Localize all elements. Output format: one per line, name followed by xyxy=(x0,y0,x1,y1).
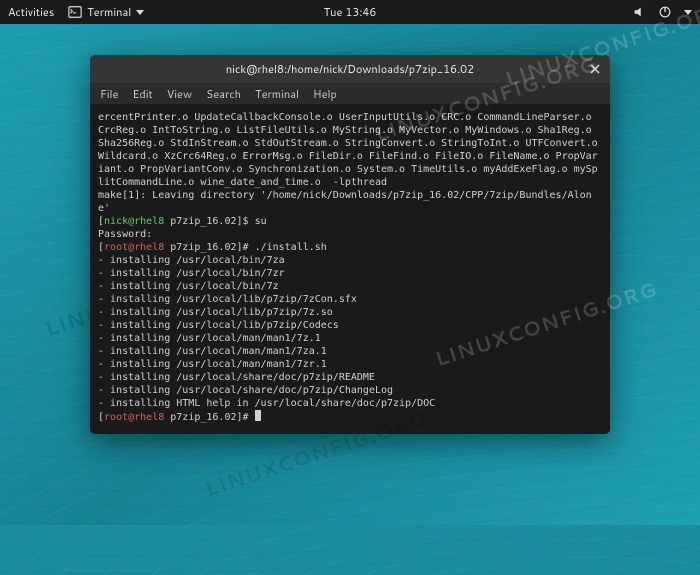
app-menu[interactable]: Terminal xyxy=(68,4,144,20)
make-leave-line: make[1]: Leaving directory '/home/nick/D… xyxy=(98,190,592,214)
close-icon xyxy=(590,64,600,74)
install-line: - installing /usr/local/share/doc/p7zip/… xyxy=(98,385,393,396)
power-icon[interactable] xyxy=(658,5,672,19)
install-line: - installing /usr/local/share/doc/p7zip/… xyxy=(98,372,375,383)
install-line: - installing HTML help in /usr/local/sha… xyxy=(98,398,435,409)
gnome-topbar: Activities Terminal Tue 13:46 xyxy=(0,0,700,24)
menu-help[interactable]: Help xyxy=(313,86,337,102)
menu-view[interactable]: View xyxy=(167,86,192,102)
close-button[interactable] xyxy=(588,62,602,76)
prompt-user: nick@rhel8 xyxy=(104,216,164,227)
app-menu-label: Terminal xyxy=(87,4,131,20)
cmd-install: ./install.sh xyxy=(255,242,327,253)
terminal-icon xyxy=(68,5,82,19)
password-prompt: Password: xyxy=(98,229,152,240)
install-line: - installing /usr/local/bin/7z xyxy=(98,281,279,292)
window-title: nick@rhel8:/home/nick/Downloads/p7zip_16… xyxy=(226,61,474,77)
prompt-root: root@rhel8 xyxy=(104,412,164,423)
activities-button[interactable]: Activities xyxy=(8,4,54,20)
volume-icon[interactable] xyxy=(632,5,646,19)
install-line: - installing /usr/local/bin/7za xyxy=(98,255,285,266)
install-line: - installing /usr/local/man/man1/7zr.1 xyxy=(98,359,327,370)
compile-output: ercentPrinter.o UpdateCallbackConsole.o … xyxy=(98,112,604,188)
install-line: - installing /usr/local/bin/7zr xyxy=(98,268,285,279)
clock[interactable]: Tue 13:46 xyxy=(324,4,377,20)
menu-edit[interactable]: Edit xyxy=(132,86,152,102)
menu-search[interactable]: Search xyxy=(206,86,241,102)
install-line: - installing /usr/local/lib/p7zip/7z.so xyxy=(98,307,333,318)
install-line: - installing /usr/local/lib/p7zip/7zCon.… xyxy=(98,294,357,305)
terminal-window: nick@rhel8:/home/nick/Downloads/p7zip_16… xyxy=(90,55,610,434)
chevron-down-icon xyxy=(136,10,144,15)
install-line: - installing /usr/local/lib/p7zip/Codecs xyxy=(98,320,339,331)
menu-file[interactable]: File xyxy=(100,86,118,102)
window-titlebar[interactable]: nick@rhel8:/home/nick/Downloads/p7zip_16… xyxy=(90,55,610,83)
terminal-menubar: File Edit View Search Terminal Help xyxy=(90,83,610,105)
cmd-su: su xyxy=(255,216,267,227)
prompt-root: root@rhel8 xyxy=(104,242,164,253)
install-line: - installing /usr/local/man/man1/7za.1 xyxy=(98,346,327,357)
terminal-output[interactable]: ercentPrinter.o UpdateCallbackConsole.o … xyxy=(90,105,610,434)
menu-terminal[interactable]: Terminal xyxy=(255,86,299,102)
chevron-down-icon[interactable] xyxy=(684,10,692,15)
install-line: - installing /usr/local/man/man1/7z.1 xyxy=(98,333,321,344)
terminal-cursor xyxy=(255,410,261,421)
